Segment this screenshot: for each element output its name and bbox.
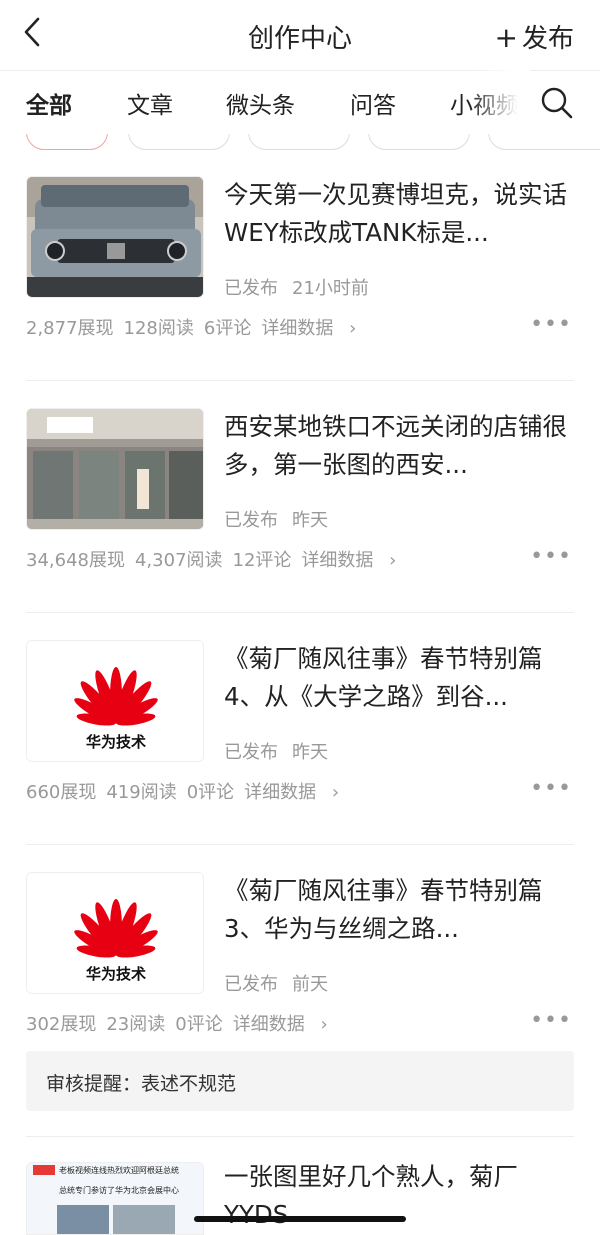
comments-count: 6评论 — [203, 318, 252, 339]
item-stats: 660展现 419阅读 0评论 详细数据 › — [26, 778, 359, 804]
publish-time: 昨天 — [292, 742, 328, 763]
item-title[interactable]: 一张图里好几个熟人，菊厂YYDS — [224, 1158, 576, 1235]
impressions-count: 660展现 — [26, 782, 97, 803]
status-label: 已发布 — [224, 278, 278, 299]
detail-data-link[interactable]: 详细数据 › — [261, 318, 366, 339]
filter-chip[interactable] — [248, 134, 350, 150]
item-title[interactable]: 《菊厂随风往事》春节特别篇 4、从《大学之路》到谷... — [224, 640, 576, 716]
publish-time: 昨天 — [292, 510, 328, 531]
item-title[interactable]: 今天第一次见赛博坦克，说实话WEY标改成TANK标是... — [224, 176, 576, 252]
detail-data-label: 详细数据 — [301, 550, 374, 571]
tab-micro-posts[interactable]: 微头条 — [226, 86, 295, 120]
publish-button[interactable]: + 发布 — [495, 18, 574, 55]
item-title[interactable]: 西安某地铁口不远关闭的店铺很多，第一张图的西安... — [224, 408, 576, 484]
impressions-count: 302展现 — [26, 1014, 97, 1035]
item-stats: 2,877展现 128阅读 6评论 详细数据 › — [26, 314, 376, 340]
item-stats: 302展现 23阅读 0评论 详细数据 › — [26, 1010, 348, 1036]
status-label: 已发布 — [224, 510, 278, 531]
search-icon[interactable] — [540, 86, 574, 120]
reads-count: 419阅读 — [106, 782, 177, 803]
item-title[interactable]: 《菊厂随风往事》春节特别篇 3、华为与丝绸之路... — [224, 872, 576, 948]
comments-count: 0评论 — [175, 1014, 223, 1035]
thumbnail-closed-shop — [26, 408, 204, 530]
reads-count: 23阅读 — [106, 1014, 166, 1035]
thumbnail-subline: 总统专门参访了华为北京会展中心 — [59, 1185, 179, 1195]
comments-count: 0评论 — [186, 782, 235, 803]
chevron-right-icon: › — [320, 1014, 328, 1035]
tab-qa[interactable]: 问答 — [350, 86, 396, 120]
huawei-logo-icon: 华为技术 — [27, 641, 203, 761]
item-status: 已发布 昨天 — [224, 506, 328, 532]
impressions-count: 2,877展现 — [26, 318, 114, 339]
filter-chip[interactable] — [128, 134, 230, 150]
divider — [26, 380, 574, 381]
thumbnail-news-screenshot: 老板视频连线热烈欢迎阿根廷总统 总统专门参访了华为北京会展中心 — [26, 1162, 204, 1235]
thumbnail-huawei-tech: 华为技术 — [26, 640, 204, 762]
divider — [26, 612, 574, 613]
detail-data-label: 详细数据 — [232, 1014, 305, 1035]
comments-count: 12评论 — [232, 550, 292, 571]
impressions-count: 34,648展现 — [26, 550, 125, 571]
content-type-tabs: 全部 文章 微头条 问答 小视频 — [0, 70, 600, 134]
audit-notice[interactable]: 审核提醒：表述不规范 — [26, 1051, 574, 1111]
item-status: 已发布 前天 — [224, 970, 328, 996]
chevron-right-icon: › — [331, 782, 340, 803]
tabs-fade — [470, 70, 530, 134]
reads-count: 4,307阅读 — [134, 550, 223, 571]
app-header: 创作中心 + 发布 — [0, 0, 600, 71]
tab-all[interactable]: 全部 — [26, 86, 72, 120]
tab-articles[interactable]: 文章 — [127, 86, 173, 120]
divider — [26, 844, 574, 845]
item-status: 已发布 21小时前 — [224, 274, 369, 300]
more-dots-icon[interactable]: ••• — [530, 312, 572, 337]
detail-data-link[interactable]: 详细数据 › — [233, 1014, 338, 1035]
publish-time: 前天 — [292, 974, 328, 995]
thumbnail-tank-suv — [26, 176, 204, 298]
filter-chip[interactable] — [26, 134, 108, 150]
detail-data-link[interactable]: 详细数据 › — [244, 782, 349, 803]
more-dots-icon[interactable]: ••• — [530, 1008, 572, 1033]
status-label: 已发布 — [224, 974, 278, 995]
more-dots-icon[interactable]: ••• — [530, 544, 572, 569]
plus-icon: + — [494, 21, 518, 54]
audit-notice-text: 审核提醒：表述不规范 — [46, 1073, 237, 1095]
publish-time: 21小时前 — [292, 278, 369, 299]
chevron-right-icon: › — [389, 550, 397, 571]
status-label: 已发布 — [224, 742, 278, 763]
chevron-right-icon: › — [349, 318, 357, 339]
detail-data-label: 详细数据 — [244, 782, 317, 803]
detail-data-link[interactable]: 详细数据 › — [301, 550, 406, 571]
item-stats: 34,648展现 4,307阅读 12评论 详细数据 › — [26, 546, 416, 572]
detail-data-label: 详细数据 — [261, 318, 334, 339]
thumbnail-huawei-tech: 华为技术 — [26, 872, 204, 994]
item-status: 已发布 昨天 — [224, 738, 328, 764]
thumbnail-headline: 老板视频连线热烈欢迎阿根廷总统 — [59, 1165, 179, 1175]
filter-chip[interactable] — [488, 134, 600, 150]
thumbnail-caption: 华为技术 — [86, 733, 146, 751]
filter-chips — [0, 134, 600, 154]
huawei-logo-icon: 华为技术 — [27, 873, 203, 993]
more-dots-icon[interactable]: ••• — [530, 776, 572, 801]
publish-label: 发布 — [521, 24, 574, 54]
thumbnail-caption: 华为技术 — [86, 965, 146, 983]
divider — [26, 1136, 574, 1137]
reads-count: 128阅读 — [123, 318, 194, 339]
home-indicator — [194, 1216, 406, 1222]
filter-chip[interactable] — [368, 134, 470, 150]
